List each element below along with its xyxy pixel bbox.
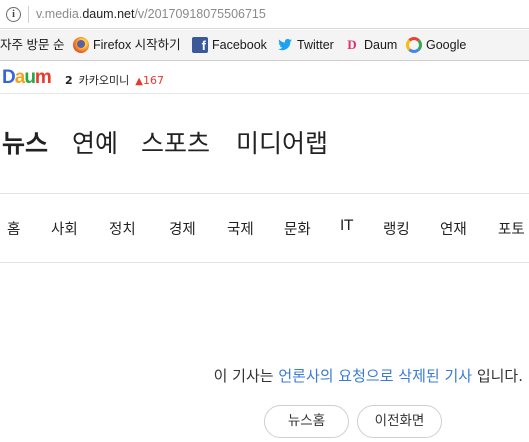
info-icon[interactable]: i (6, 7, 21, 22)
google-icon (406, 37, 422, 53)
daum-icon: D (347, 37, 357, 52)
ranking-count: 167 (142, 74, 164, 87)
divider (0, 262, 529, 263)
facebook-icon: f (192, 37, 208, 53)
message-highlight: 언론사의 요청으로 삭제된 기사 (278, 367, 473, 385)
gnb-news[interactable]: 뉴스 (2, 124, 48, 160)
logo-letter-u: u (24, 67, 36, 88)
bookmark-google[interactable]: Google (426, 38, 466, 54)
subnav-it[interactable]: IT (340, 218, 353, 234)
previous-page-button[interactable]: 이전화면 (357, 405, 442, 438)
subnav-politics[interactable]: 정치 (109, 218, 136, 239)
bookmark-daum[interactable]: Daum (364, 38, 397, 54)
logo-letter-d: D (2, 67, 16, 88)
address-bar[interactable]: i v.media.daum.net/v/20170918075506715 (0, 0, 529, 29)
message-suffix: 입니다. (472, 367, 523, 385)
logo-letter-a: a (14, 67, 26, 88)
bookmarks-toolbar: 자주 방문 순 Firefox 시작하기 f Facebook Twitter … (0, 30, 529, 61)
deleted-article-message: 이 기사는 언론사의 요청으로 삭제된 기사 입니다. (214, 365, 523, 386)
url-prefix: v.media. (36, 7, 83, 21)
twitter-icon (278, 38, 292, 51)
bookmark-twitter[interactable]: Twitter (297, 38, 334, 54)
realtime-ranking[interactable]: 2 카카오미니 ▲167 (65, 72, 164, 88)
gnb-entertainment[interactable]: 연예 (72, 124, 118, 160)
url-domain: daum.net (82, 7, 135, 21)
bookmark-firefox-start[interactable]: Firefox 시작하기 (93, 38, 181, 54)
message-prefix: 이 기사는 (213, 367, 279, 385)
news-home-button[interactable]: 뉴스홈 (264, 405, 349, 438)
address-separator (28, 6, 29, 23)
bookmark-most-visited[interactable]: 자주 방문 순 (0, 38, 64, 54)
url-path: /v/20170918075506715 (134, 7, 266, 21)
ranking-keyword: 카카오미니 (78, 74, 130, 87)
subnav-photo[interactable]: 포토 (498, 218, 525, 239)
ranking-number: 2 (65, 74, 73, 87)
subnav-series[interactable]: 연재 (440, 218, 467, 239)
divider (0, 193, 529, 194)
arrow-up-icon: ▲ (135, 76, 143, 87)
daum-logo[interactable]: Daum (2, 67, 52, 89)
daum-header: Daum 2 카카오미니 ▲167 (0, 62, 529, 94)
subnav-economy[interactable]: 경제 (169, 218, 196, 239)
subnav-international[interactable]: 국제 (227, 218, 254, 239)
subnav-culture[interactable]: 문화 (284, 218, 311, 239)
logo-letter-m: m (34, 67, 52, 88)
subnav-society[interactable]: 사회 (51, 218, 78, 239)
firefox-icon (73, 37, 89, 53)
url-text[interactable]: v.media.daum.net/v/20170918075506715 (36, 7, 266, 21)
gnb-sports[interactable]: 스포츠 (141, 124, 210, 160)
subnav-home[interactable]: 홈 (7, 218, 20, 239)
gnb-media-lab[interactable]: 미디어랩 (236, 124, 328, 160)
subnav-ranking[interactable]: 랭킹 (383, 218, 410, 239)
bookmark-facebook[interactable]: Facebook (212, 38, 267, 54)
